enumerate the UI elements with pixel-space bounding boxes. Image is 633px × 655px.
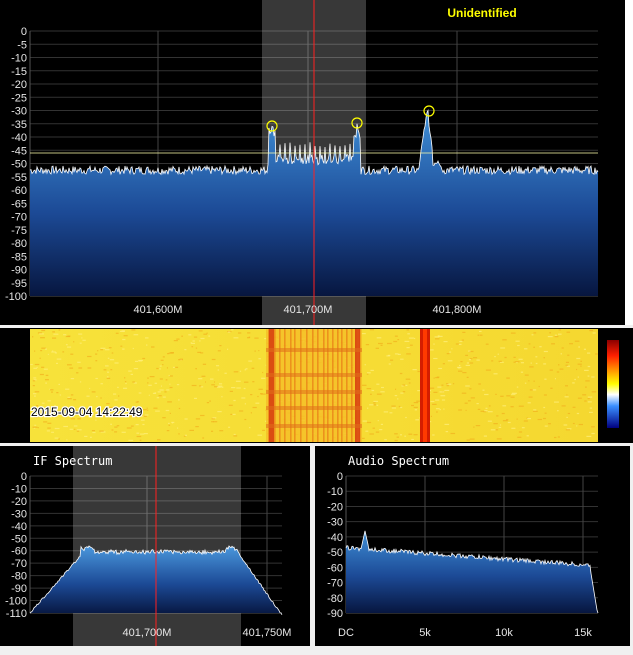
if-spectrum-title: IF Spectrum <box>33 454 112 468</box>
y-tick-label: -90 <box>327 608 343 620</box>
y-tick-label: -10 <box>327 486 343 498</box>
x-tick-label: 5k <box>419 627 431 639</box>
if-spectrum-chart[interactable]: IF Spectrum 0-10-20-30-40-50-60-70-80-90… <box>0 446 310 646</box>
y-tick-label: -20 <box>327 501 343 513</box>
audio-spectrum-chart[interactable]: Audio Spectrum 0 -10 -20 -30 -40 -50 -60 -70 -80… <box>315 446 630 646</box>
y-tick-label: -45 <box>11 145 27 157</box>
y-tick-label: -10 <box>11 483 27 495</box>
y-tick-label: -10 <box>11 53 27 65</box>
vertical-scrollbar[interactable] <box>625 0 633 325</box>
y-tick-label: -50 <box>11 159 27 171</box>
y-tick-label: 0 <box>21 471 27 483</box>
y-tick-label: -80 <box>11 238 27 250</box>
y-tick-label: -70 <box>327 578 343 590</box>
y-tick-label: -40 <box>11 521 27 533</box>
y-tick-label: -90 <box>11 265 27 277</box>
x-tick-label: 10k <box>495 627 513 639</box>
x-tick-label: DC <box>338 627 354 639</box>
y-tick-label: -20 <box>11 496 27 508</box>
main-spectrum-panel[interactable]: 0 -5 -10 -15 -20 -25 -30 -35 -40 -45 -50 -55 -60 -65 -… <box>0 0 633 325</box>
x-tick-label: 401,700M <box>123 627 172 639</box>
waterfall-signal-band <box>266 329 362 442</box>
y-tick-label: -80 <box>11 571 27 583</box>
y-tick-label: -100 <box>5 596 27 608</box>
y-tick-label: -50 <box>327 547 343 559</box>
y-tick-label: -60 <box>11 546 27 558</box>
y-tick-label: -15 <box>11 66 27 78</box>
y-tick-label: -70 <box>11 212 27 224</box>
y-tick-label: -30 <box>327 517 343 529</box>
y-tick-label: -30 <box>11 106 27 118</box>
y-tick-label: -5 <box>17 39 27 51</box>
y-tick-label: -70 <box>11 558 27 570</box>
y-tick-label: -30 <box>11 508 27 520</box>
x-tick-label: 15k <box>574 627 592 639</box>
y-tick-label: -55 <box>11 172 27 184</box>
y-tick-label: -40 <box>11 132 27 144</box>
x-tick-label: 401,700M <box>284 304 333 316</box>
y-tick-label: 0 <box>337 471 343 483</box>
y-tick-label: -100 <box>5 291 27 303</box>
main-spectrum-chart[interactable]: 0-5 -10-15-20-25 -30-35-40-45 -50-55-60-65 -… <box>0 0 633 325</box>
y-tick-label: -90 <box>11 583 27 595</box>
y-tick-label: -50 <box>11 533 27 545</box>
if-spectrum-panel[interactable]: IF Spectrum 0 -10 -20 -30 -40 -50 -60 -70 -80 -90… <box>0 446 310 646</box>
waterfall-color-scale <box>607 340 619 428</box>
signal-identification-label: Unidentified <box>447 6 516 20</box>
x-tick-label: 401,600M <box>134 304 183 316</box>
y-tick-label: -25 <box>11 92 27 104</box>
y-tick-label: -60 <box>11 185 27 197</box>
if-passband-highlight[interactable] <box>73 446 241 646</box>
y-tick-label: -60 <box>327 562 343 574</box>
x-tick-label: 401,800M <box>433 304 482 316</box>
audio-spectrum-title: Audio Spectrum <box>348 454 449 468</box>
y-tick-label: -95 <box>11 278 27 290</box>
waterfall-timestamp: 2015-09-04 14:22:49 <box>31 405 143 419</box>
x-tick-label: 401,750M <box>243 627 292 639</box>
y-tick-label: -110 <box>6 608 27 620</box>
y-tick-label: -35 <box>11 119 27 131</box>
waterfall-display[interactable]: 2015-09-04 14:22:49 <box>0 328 633 443</box>
y-tick-label: -40 <box>327 532 343 544</box>
y-tick-label: -75 <box>11 225 27 237</box>
waterfall-panel[interactable]: 2015-09-04 14:22:49 <box>0 328 633 443</box>
y-tick-label: -65 <box>11 198 27 210</box>
audio-spectrum-panel[interactable]: Audio Spectrum 0 -10 -20 -30 -40 -50 -60 -70 -80… <box>315 446 630 646</box>
y-tick-label: -20 <box>11 79 27 91</box>
y-tick-label: -80 <box>327 593 343 605</box>
y-tick-label: 0 <box>21 26 27 38</box>
y-tick-label: -85 <box>11 251 27 263</box>
